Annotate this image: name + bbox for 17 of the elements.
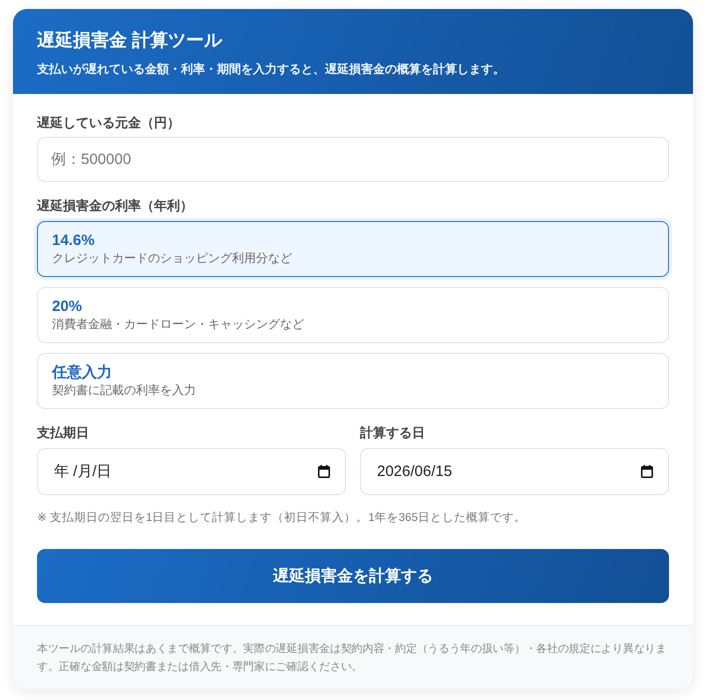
tool-title: 遅延損害金 計算ツール [37,29,224,52]
calculation-note: ※ 支払期日の翌日を1日目として計算します（初日不算入）。1年を365日とした概算です。 [37,510,527,526]
tool-subtitle: 支払いが遅れている金額・利率・期間を入力すると、遅延損害金の概算を計算します。 [37,61,506,78]
disclaimer-text: 本ツールの計算結果はあくまで概算です。実際の遅延損害金は契約内容・約定（うるう年の扱い等）・各社の規定により異なります。正確な金額は契約書または借入先・専門家にご確認ください。 [37,642,668,675]
principal-label: 遅延している元金（円） [37,114,181,132]
calendar-icon[interactable] [318,465,330,478]
rate-label: 遅延損害金の利率（年利） [37,197,194,215]
date-label: 支払期日 [37,424,90,442]
rate-option[interactable]: 14.6% クレジットカードのショッピング利用分など [37,221,669,277]
rate-option[interactable]: 任意入力 契約書に記載の利率を入力 [37,353,669,409]
date-input-field[interactable]: 年 /月/日 [37,448,346,495]
rate-option[interactable]: 20% 消費者金融・カードローン・キャッシングなど [37,287,669,343]
calculate-button[interactable]: 遅延損害金を計算する [37,549,669,603]
calendar-icon[interactable] [641,465,653,478]
date-input-field[interactable]: 2026/06/15 [360,448,669,495]
date-label: 計算する日 [360,424,426,442]
principal-input-field[interactable]: 例：500000 [37,137,669,182]
